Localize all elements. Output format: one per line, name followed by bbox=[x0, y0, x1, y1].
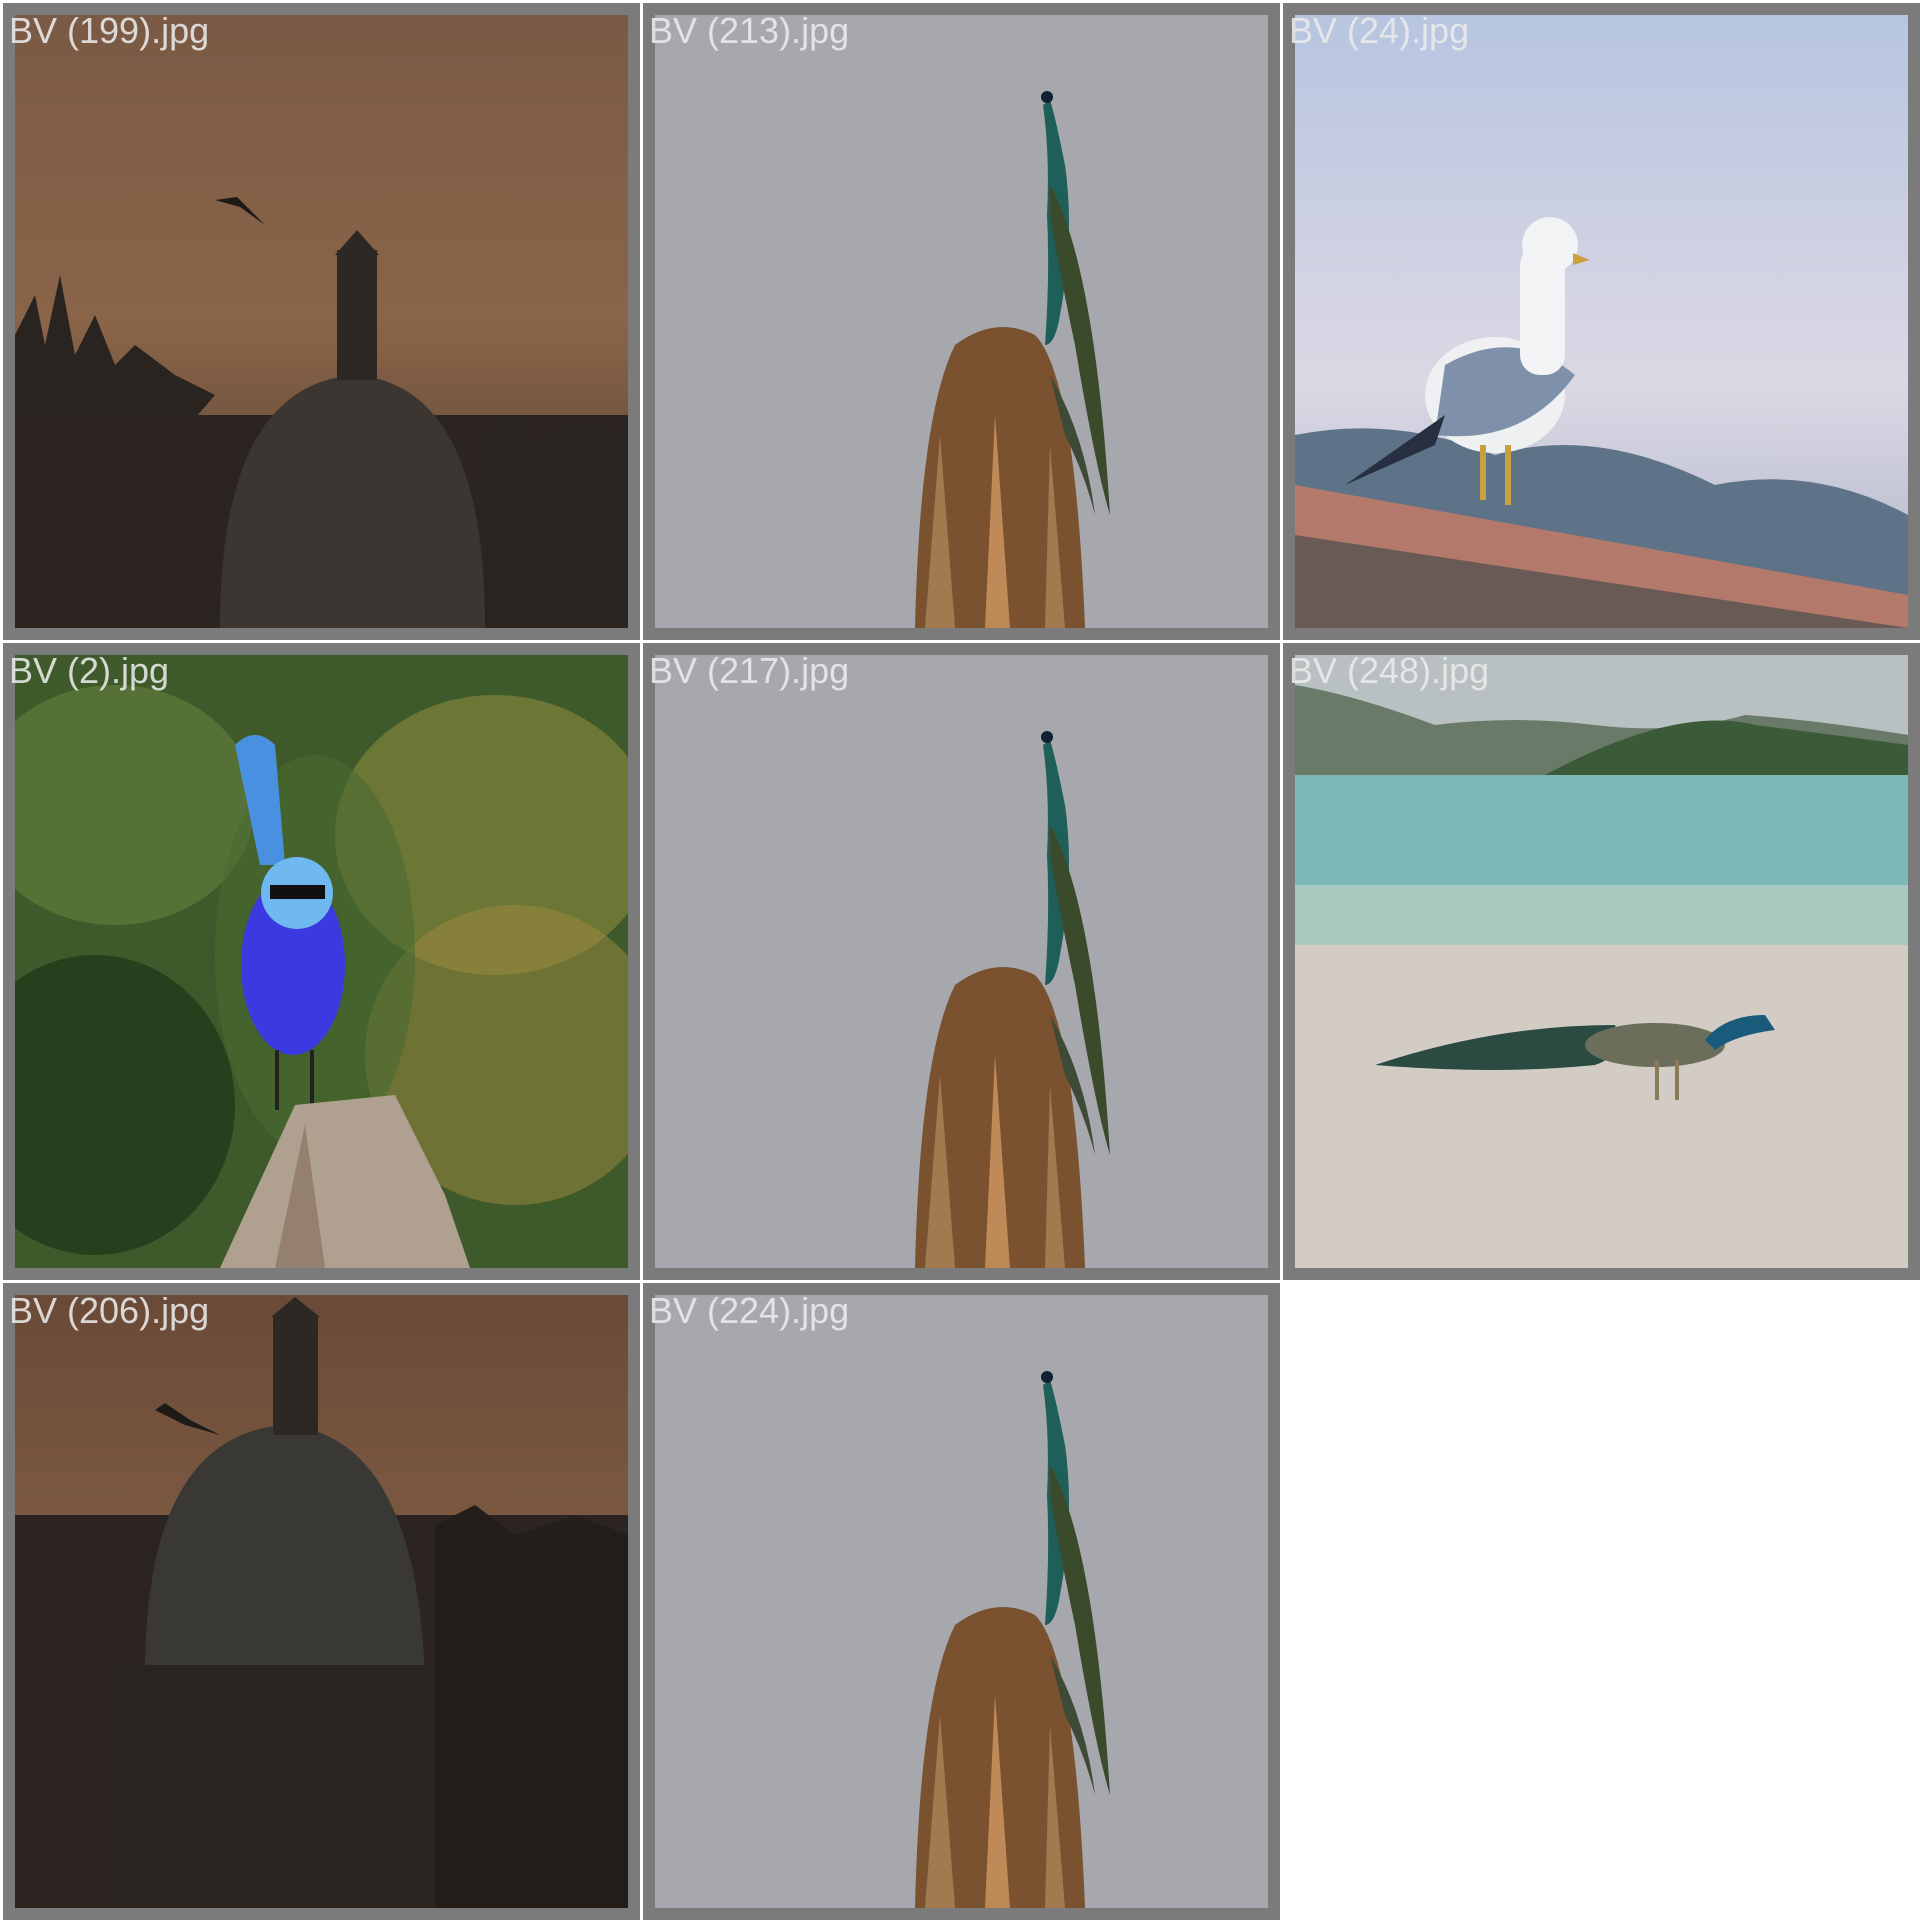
thumbnail-tile[interactable]: BV (213).jpg bbox=[643, 3, 1280, 640]
thumbnail-grid: BV (199).jpg BV (213).jpg BV (24).jpg BV… bbox=[0, 0, 1920, 1920]
thumbnail-image[interactable] bbox=[655, 15, 1268, 628]
thumbnail-tile[interactable]: BV (24).jpg bbox=[1283, 3, 1920, 640]
thumbnail-tile[interactable]: BV (217).jpg bbox=[643, 643, 1280, 1280]
thumbnail-image[interactable] bbox=[1295, 15, 1908, 628]
thumbnail-tile[interactable]: BV (199).jpg bbox=[3, 3, 640, 640]
thumbnail-image[interactable] bbox=[15, 655, 628, 1268]
thumbnail-image[interactable] bbox=[15, 15, 628, 628]
thumbnail-image[interactable] bbox=[655, 655, 1268, 1268]
thumbnail-tile[interactable]: BV (248).jpg bbox=[1283, 643, 1920, 1280]
thumbnail-tile[interactable]: BV (206).jpg bbox=[3, 1283, 640, 1920]
thumbnail-image[interactable] bbox=[15, 1295, 628, 1908]
thumbnail-tile[interactable]: BV (224).jpg bbox=[643, 1283, 1280, 1920]
thumbnail-image[interactable] bbox=[655, 1295, 1268, 1908]
thumbnail-tile[interactable]: BV (2).jpg bbox=[3, 643, 640, 1280]
thumbnail-image[interactable] bbox=[1295, 655, 1908, 1268]
